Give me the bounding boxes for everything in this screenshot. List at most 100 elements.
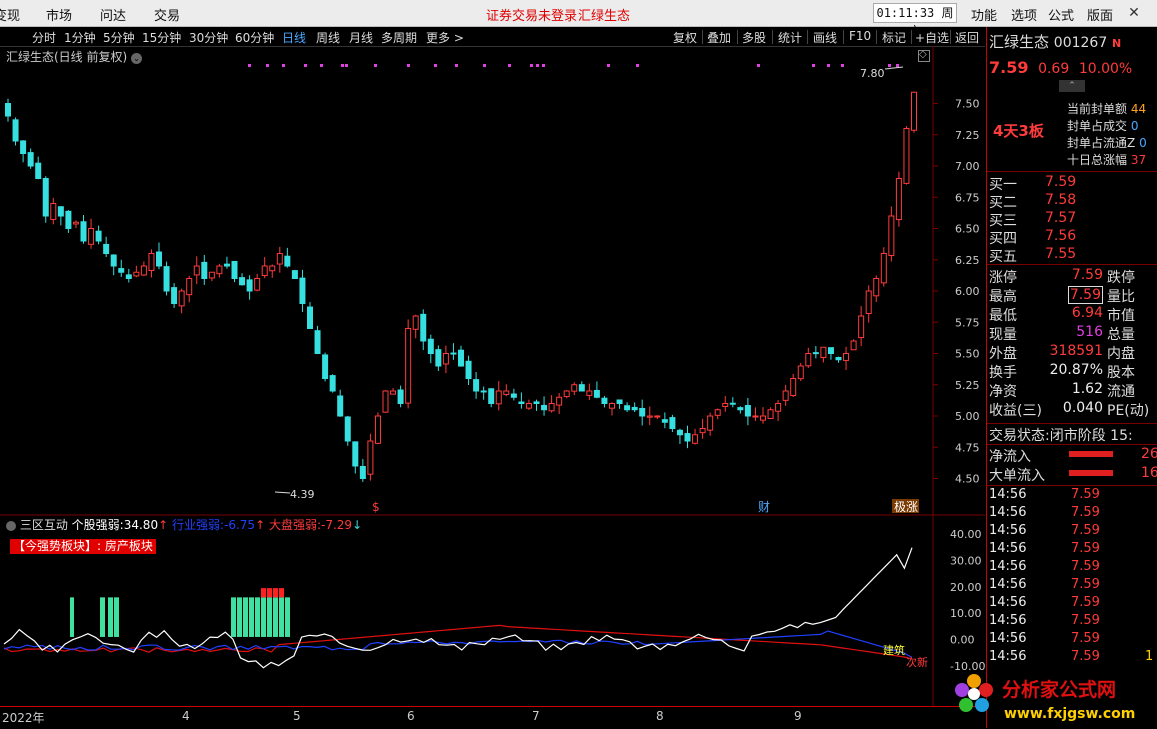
close-icon[interactable]: ✕ <box>1125 4 1143 22</box>
collapse-icon[interactable]: ⌃ <box>1059 80 1085 92</box>
signal-bar-top <box>261 588 266 598</box>
period-tab[interactable]: 多周期 <box>381 29 417 46</box>
y-tick-label: 5.25 <box>955 379 980 392</box>
candle <box>541 404 548 411</box>
signal-dot <box>607 64 610 67</box>
signal-dot <box>434 64 437 67</box>
bid-row[interactable]: 买五 7.55 <box>989 246 1155 265</box>
period-tab[interactable]: 月线 <box>349 29 373 46</box>
candle <box>261 265 268 277</box>
period-tab[interactable]: 周线 <box>316 29 340 46</box>
bid-row[interactable]: 买一 7.59 <box>989 174 1155 193</box>
candle <box>843 353 850 361</box>
menu-discover[interactable]: 变现 <box>0 5 20 24</box>
candle <box>790 378 797 396</box>
period-tab[interactable]: 60分钟 <box>235 29 274 46</box>
watermark-logo: 分析家公式网 www.fxjgsw.com <box>950 668 1150 724</box>
menu-wenda[interactable]: 问达 <box>100 5 126 24</box>
candle <box>223 263 230 267</box>
tool-button[interactable]: 统计 <box>778 29 802 46</box>
login-notice[interactable]: 证券交易未登录 <box>486 5 577 24</box>
line-label-building: 建筑 <box>883 643 905 657</box>
price-change-pct: 10.00% <box>1078 61 1133 77</box>
menu-layout[interactable]: 版面 <box>1087 5 1113 24</box>
signal-bar-top <box>279 588 284 598</box>
tick-row: 14:56 7.59 <box>989 523 1100 538</box>
candle <box>269 265 276 272</box>
low-label: 4.39 <box>290 488 315 501</box>
menu-options[interactable]: 选项 <box>1011 5 1037 24</box>
candle <box>291 270 298 280</box>
chevron-down-icon[interactable]: ⌄ <box>131 53 143 64</box>
price-chart[interactable]: 4.50 4.75 5.00 5.25 5.50 5.75 6.00 6.25 6.50 6.75… <box>0 46 985 516</box>
divider <box>950 30 951 44</box>
divider <box>702 30 703 44</box>
bid-row[interactable]: 买二 7.58 <box>989 192 1155 211</box>
candle <box>744 405 751 417</box>
signal-dot <box>341 64 344 67</box>
candle <box>767 409 774 420</box>
seal-info: 当前封单额 44 封单占成交 0 封单占流通Z 0 十日总涨幅 37 <box>1067 102 1147 167</box>
candle <box>20 140 27 155</box>
event-marker-finance: 财 <box>758 500 770 514</box>
candle <box>533 401 540 405</box>
big-inflow: 大单流入 16 <box>989 465 1157 484</box>
candle <box>246 279 253 292</box>
period-tab[interactable]: 分时 <box>32 29 56 46</box>
stock-notice[interactable]: 汇绿生态 <box>578 5 630 24</box>
y-tick-label: 20.00 <box>950 581 982 594</box>
y-tick-label: 4.75 <box>955 441 980 454</box>
candle <box>880 253 887 284</box>
menu-function[interactable]: 功能 <box>971 5 997 24</box>
candle <box>178 290 185 307</box>
trade-status: 交易状态:闭市阶段 15: <box>989 428 1133 444</box>
tool-button[interactable]: F10 <box>849 29 871 43</box>
tool-button[interactable]: 复权 <box>673 29 697 46</box>
tool-button[interactable]: 返回 <box>955 29 979 46</box>
bid-row[interactable]: 买三 7.57 <box>989 210 1155 229</box>
tool-button[interactable]: +自选 <box>915 29 949 46</box>
clock: 01:11:33 周六 <box>873 3 957 38</box>
stat-row: 外盘 318591 内盘 <box>989 343 1135 362</box>
menu-formula[interactable]: 公式 <box>1048 5 1074 24</box>
tool-button[interactable]: 标记 <box>882 29 906 46</box>
tool-button[interactable]: 多股 <box>742 29 766 46</box>
x-label: 6 <box>407 709 415 723</box>
candle <box>850 340 857 351</box>
stat-row: 收益(三) 0.040 PE(动) <box>989 400 1150 419</box>
candle <box>140 265 147 276</box>
candle <box>692 434 699 444</box>
period-tab[interactable]: 15分钟 <box>142 29 181 46</box>
menu-market[interactable]: 市场 <box>46 5 72 24</box>
settings-icon[interactable] <box>918 50 930 62</box>
tick-row: 14:56 7.59 <box>989 487 1100 502</box>
period-tab[interactable]: 5分钟 <box>103 29 135 46</box>
signal-dot <box>896 64 899 67</box>
candle <box>820 346 827 359</box>
tool-button[interactable]: 叠加 <box>707 29 731 46</box>
candle <box>322 354 329 379</box>
candle <box>307 306 313 330</box>
y-tick-label: 0.00 <box>950 634 975 647</box>
menu-trade[interactable]: 交易 <box>154 5 180 24</box>
candle <box>163 266 170 292</box>
period-tab[interactable]: 30分钟 <box>189 29 228 46</box>
candle <box>337 395 344 417</box>
tick-row: 14:56 7.59 <box>989 577 1100 592</box>
bid-row[interactable]: 买四 7.56 <box>989 228 1155 247</box>
period-tab-more[interactable]: 更多 > <box>426 29 464 46</box>
candle <box>12 119 19 142</box>
indicator-chart[interactable]: -10.000.0010.0020.0030.0040.00 建筑 次新 <box>0 516 985 706</box>
signal-bar <box>114 597 119 637</box>
candle <box>624 405 631 411</box>
tool-button[interactable]: 画线 <box>813 29 837 46</box>
candle <box>95 230 102 242</box>
y-tick-label: 6.50 <box>955 223 980 236</box>
period-tab-active[interactable]: 日线 <box>282 29 306 46</box>
candle <box>397 389 404 404</box>
new-stock-tag: N <box>1112 37 1122 50</box>
candle <box>661 419 668 423</box>
signal-dot <box>407 64 410 67</box>
candle <box>812 352 819 355</box>
period-tab[interactable]: 1分钟 <box>64 29 96 46</box>
